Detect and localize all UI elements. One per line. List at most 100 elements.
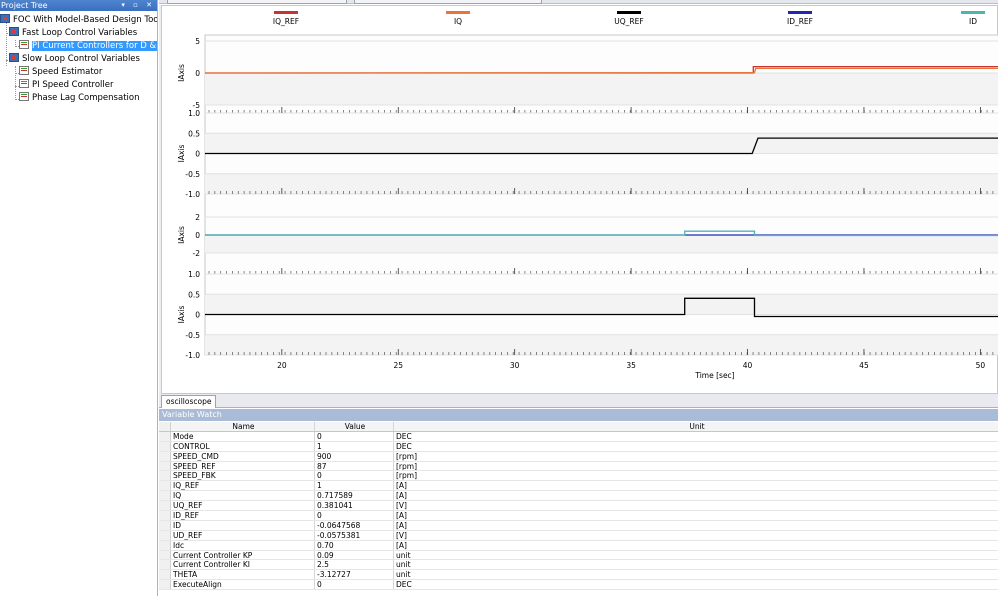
x-tick-label: 35 bbox=[626, 361, 636, 370]
column-header-unit[interactable]: Unit bbox=[395, 422, 998, 431]
table-row[interactable]: UQ_REF 0.381041 [V] bbox=[159, 501, 998, 512]
variable-value[interactable]: 0 bbox=[316, 511, 394, 520]
variable-unit: [A] bbox=[396, 511, 407, 520]
y-tick-label: 0.5 bbox=[188, 129, 200, 138]
table-row[interactable]: SPEED_CMD 900 [rpm] bbox=[159, 451, 998, 462]
tab-oscilloscope[interactable]: oscilloscope bbox=[161, 395, 217, 408]
y-axis-label: IAxis bbox=[177, 145, 186, 163]
table-row[interactable]: SPEED_REF 87 [rpm] bbox=[159, 461, 998, 472]
y-tick-label: 1.0 bbox=[188, 109, 200, 118]
variable-value[interactable]: 1 bbox=[316, 481, 394, 491]
variable-watch-table: Name Value Unit Mode 0 DEC CONTROL 1 DEC SPEED… bbox=[159, 422, 998, 591]
variable-unit: DEC bbox=[396, 431, 412, 441]
project-tree-title: Project Tree bbox=[1, 1, 48, 10]
table-row[interactable]: CONTROL 1 DEC bbox=[159, 441, 998, 452]
table-row[interactable]: ID_REF 0 [A] bbox=[159, 511, 998, 521]
y-tick-label: 0 bbox=[195, 311, 200, 320]
variable-value[interactable]: 0.09 bbox=[316, 550, 394, 560]
tree-item-slow-loop[interactable]: Slow Loop Control Variables bbox=[9, 53, 140, 66]
tree-item-fast-loop[interactable]: Fast Loop Control Variables bbox=[9, 27, 137, 40]
variable-name: CONTROL bbox=[172, 441, 315, 451]
plot-band bbox=[205, 235, 998, 253]
table-row[interactable]: IQ 0.717589 [A] bbox=[159, 491, 998, 502]
variable-unit: [A] bbox=[396, 540, 407, 550]
variable-name: IQ_REF bbox=[172, 481, 315, 491]
table-header-row: Name Value Unit bbox=[159, 422, 998, 432]
table-row[interactable]: UD_REF -0.0575381 [V] bbox=[159, 530, 998, 541]
variable-watch-header: Variable Watch bbox=[159, 409, 998, 421]
variable-value[interactable]: -3.12727 bbox=[316, 570, 394, 580]
variable-name: ExecuteAlign bbox=[172, 580, 315, 590]
variable-name: IQ bbox=[172, 491, 315, 501]
tree-item-phase-lag[interactable]: Phase Lag Compensation bbox=[19, 92, 139, 105]
project-tree-panel: Project Tree ▾ ▫ ✕ FOC With Model-Based … bbox=[0, 0, 158, 596]
table-row[interactable]: Current Controller KI 2.5 unit bbox=[159, 560, 998, 571]
variable-name: SPEED_FBK bbox=[172, 471, 315, 481]
variable-value[interactable]: 0.717589 bbox=[316, 491, 394, 501]
x-tick-label: 50 bbox=[976, 361, 986, 370]
variable-value[interactable]: 0.70 bbox=[316, 540, 394, 550]
table-row[interactable]: Idc 0.70 [A] bbox=[159, 540, 998, 551]
panel-controls[interactable]: ▾ ▫ ✕ bbox=[121, 0, 155, 11]
variable-name: ID_REF bbox=[172, 511, 315, 520]
variable-unit: DEC bbox=[396, 441, 412, 451]
variable-value[interactable]: 87 bbox=[316, 461, 394, 471]
tree-item-speed-estimator[interactable]: Speed Estimator bbox=[19, 66, 102, 79]
x-axis-label: Time [sec] bbox=[694, 371, 734, 380]
y-tick-label: -2 bbox=[193, 249, 201, 258]
variable-name: UD_REF bbox=[172, 530, 315, 540]
variable-unit: [V] bbox=[396, 530, 407, 540]
variable-name: SPEED_CMD bbox=[172, 451, 315, 461]
variable-name: Current Controller KP bbox=[172, 550, 315, 560]
table-row[interactable]: ID -0.0647568 [A] bbox=[159, 520, 998, 531]
variable-unit: DEC bbox=[396, 580, 412, 590]
variable-value[interactable]: 900 bbox=[316, 451, 394, 461]
variable-unit: unit bbox=[396, 560, 411, 570]
variable-name: SPEED_REF bbox=[172, 461, 315, 471]
oscilloscope-area: IQ_REF IQ UQ_REF ID_REF ID 5 0 -5 IAxis … bbox=[159, 5, 998, 395]
table-row[interactable]: SPEED_FBK 0 [rpm] bbox=[159, 471, 998, 482]
variable-value[interactable]: 0 bbox=[316, 431, 394, 441]
x-tick-label: 25 bbox=[393, 361, 403, 370]
x-tick-label: 40 bbox=[743, 361, 753, 370]
table-row[interactable]: THETA -3.12727 unit bbox=[159, 570, 998, 581]
plot-band bbox=[205, 294, 998, 315]
y-tick-label: 5 bbox=[195, 37, 200, 46]
x-tick-label: 30 bbox=[510, 361, 520, 370]
tree-item-pi-current-controllers[interactable]: PI Current Controllers for D & Q bbox=[19, 40, 157, 53]
y-axis-label: IAxis bbox=[177, 306, 186, 324]
variable-value[interactable]: -0.0647568 bbox=[316, 520, 394, 530]
variable-unit: [rpm] bbox=[396, 451, 418, 461]
plot-band bbox=[205, 133, 998, 154]
top-tab[interactable] bbox=[167, 0, 347, 4]
table-row[interactable]: Current Controller KP 0.09 unit bbox=[159, 550, 998, 561]
variable-value[interactable]: 1 bbox=[316, 441, 394, 451]
variable-unit: [A] bbox=[396, 491, 407, 501]
variable-value[interactable]: -0.0575381 bbox=[316, 530, 394, 540]
y-tick-label: -0.5 bbox=[185, 170, 200, 179]
variable-name: ID bbox=[172, 520, 315, 530]
variable-value[interactable]: 0 bbox=[316, 580, 394, 590]
plot-band bbox=[205, 334, 998, 355]
top-tab[interactable] bbox=[354, 0, 542, 4]
plot-canvas: 50-5IAxis1.00.50-0.5-1.0IAxis20-2IAxis1.… bbox=[177, 34, 998, 380]
variable-value[interactable]: 0 bbox=[316, 471, 394, 481]
table-row[interactable]: ExecuteAlign 0 DEC bbox=[159, 580, 998, 591]
oscilloscope-plot[interactable]: IQ_REF IQ UQ_REF ID_REF ID 5 0 -5 IAxis … bbox=[161, 5, 998, 394]
table-row[interactable]: IQ_REF 1 [A] bbox=[159, 481, 998, 492]
y-tick-label: 1.0 bbox=[188, 270, 200, 279]
column-header-value[interactable]: Value bbox=[316, 422, 394, 431]
x-tick-label: 45 bbox=[859, 361, 869, 370]
tree-item-root[interactable]: FOC With Model-Based Design Toolbox bbox=[0, 14, 157, 27]
table-row[interactable]: Mode 0 DEC bbox=[159, 431, 998, 442]
scope-icon bbox=[19, 66, 29, 75]
app-window: Project Tree ▾ ▫ ✕ FOC With Model-Based … bbox=[0, 0, 998, 596]
variable-value[interactable]: 0.381041 bbox=[316, 501, 394, 511]
variable-value[interactable]: 2.5 bbox=[316, 560, 394, 570]
variable-unit: unit bbox=[396, 570, 411, 580]
variable-unit: [rpm] bbox=[396, 461, 418, 471]
column-header-name[interactable]: Name bbox=[172, 422, 315, 431]
variable-name: Current Controller KI bbox=[172, 560, 315, 570]
tree-item-pi-speed-controller[interactable]: PI Speed Controller bbox=[19, 79, 114, 92]
variable-unit: [V] bbox=[396, 501, 407, 511]
